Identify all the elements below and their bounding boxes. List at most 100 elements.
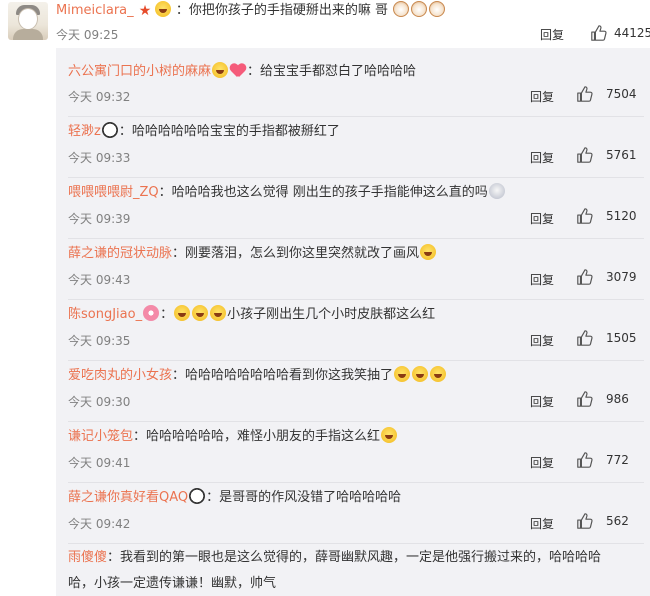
divider (68, 421, 644, 422)
donut-emoji-icon (143, 305, 160, 321)
thumbs-up-icon (577, 86, 593, 102)
thumbs-up-icon (577, 391, 593, 407)
commenter-name[interactable]: 薛之谦你真好看QAQ (68, 490, 188, 505)
reply-button[interactable]: 回复 (530, 88, 554, 105)
reply-button[interactable]: 回复 (530, 271, 554, 288)
commenter-name[interactable]: 谦记小笼包 (68, 429, 133, 444)
thumbs-up-icon (577, 513, 593, 529)
comment-text: ：你把你孩子的手指硬掰出来的嘛 哥 (175, 3, 389, 18)
like-count: 44125 (614, 26, 650, 40)
laugh-cry-emoji-icon (174, 305, 191, 321)
laugh-emoji-icon (212, 62, 229, 78)
like-button[interactable]: 562 (576, 512, 629, 534)
reply-item: 爱吃肉丸的小女孩：哈哈哈哈哈哈哈哈看到你这我笑抽了 今天 09:30 回复 98… (56, 366, 650, 424)
comment-text: 小孩子刚出生几个小时皮肤都这么红 (227, 307, 436, 322)
reply-item: 轻渺z ：哈哈哈哈哈哈宝宝的手指都被掰红了 今天 09:33 回复 5761 (56, 122, 650, 180)
laugh-cry-emoji-icon (394, 366, 411, 382)
reply-item: 薛之谦你真好看QAQ ：是哥哥的作风没错了哈哈哈哈哈 今天 09:42 回复 56… (56, 488, 650, 546)
reply-button[interactable]: 回复 (530, 332, 554, 349)
reply-button[interactable]: 回复 (530, 515, 554, 532)
comment-text: ：哈哈哈哈哈哈，难怪小朋友的手指这么红 (133, 429, 381, 444)
thumbs-up-icon (591, 25, 607, 41)
laugh-cry-emoji-icon (381, 427, 398, 443)
doge-emoji-icon (488, 183, 505, 199)
comment-text: ：哈哈哈我也这么觉得 刚出生的孩子手指能伸这么直的吗 (158, 185, 488, 200)
like-button[interactable]: 7504 (576, 85, 637, 107)
like-button[interactable]: 44125 (590, 24, 650, 46)
like-button[interactable]: 5120 (576, 207, 637, 229)
comment-time: 今天 09:43 (68, 273, 131, 287)
commenter-name[interactable]: 薛之谦的冠状动脉 (68, 246, 172, 261)
laugh-cry-emoji-icon (412, 366, 429, 382)
reply-item: 雨傻傻：我看到的第一眼也是这么觉得的，薛哥幽默风趣，一定是他强行搬过来的，哈哈哈… (56, 549, 650, 596)
laugh-cry-emoji-icon (210, 305, 227, 321)
commenter-name[interactable]: 雨傻傻 (68, 550, 107, 565)
like-count: 7504 (606, 87, 637, 101)
reply-item: 谦记小笼包：哈哈哈哈哈哈，难怪小朋友的手指这么红 今天 09:41 回复 772 (56, 427, 650, 485)
comment-time: 今天 09:30 (68, 395, 131, 409)
laugh-cry-emoji-icon (192, 305, 209, 321)
comment-text: ：刚要落泪，怎么到你这里突然就改了画风 (172, 246, 420, 261)
divider (68, 299, 644, 300)
thumbs-up-icon (577, 208, 593, 224)
commenter-name[interactable]: 六公寓门口的小树的麻麻 (68, 64, 211, 79)
commenter-name[interactable]: Mimeiclara_ (56, 3, 134, 18)
like-count: 5761 (606, 148, 637, 162)
laugh-emoji-icon (154, 1, 171, 17)
reply-item: 陈songJiao_：小孩子刚出生几个小时皮肤都这么红 今天 09:35 回复 … (56, 305, 650, 363)
divider (68, 543, 644, 544)
reply-item: 六公寓门口的小树的麻麻 ：给宝宝手都怼白了哈哈哈哈 今天 09:32 回复 750… (56, 62, 650, 120)
thumbs-up-icon (577, 330, 593, 346)
heart-emoji-icon (230, 64, 246, 78)
like-count: 1505 (606, 331, 637, 345)
panda-emoji-icon (189, 488, 206, 504)
comment-time: 今天 09:35 (68, 334, 131, 348)
reply-button[interactable]: 回复 (530, 149, 554, 166)
avatar[interactable] (8, 2, 48, 40)
commenter-name[interactable]: 喂喂喂喂尉_ZQ (68, 185, 159, 200)
like-count: 562 (606, 514, 629, 528)
reply-button[interactable]: 回复 (530, 210, 554, 227)
like-count: 3079 (606, 270, 637, 284)
like-count: 986 (606, 392, 629, 406)
thumbs-up-icon (577, 269, 593, 285)
comment-time: 今天 09:41 (68, 456, 131, 470)
cat-emoji-icon (411, 1, 428, 17)
like-button[interactable]: 5761 (576, 146, 637, 168)
reply-button[interactable]: 回复 (530, 393, 554, 410)
like-button[interactable]: 772 (576, 451, 629, 473)
reply-button[interactable]: 回复 (530, 454, 554, 471)
top-comment: Mimeiclara_ ★ ：你把你孩子的手指硬掰出来的嘛 哥 今天 09:25… (0, 0, 650, 48)
comment-text: ：给宝宝手都怼白了哈哈哈哈 (247, 64, 417, 79)
divider (68, 482, 644, 483)
reply-button[interactable]: 回复 (540, 26, 564, 43)
divider (68, 238, 644, 239)
like-button[interactable]: 3079 (576, 268, 637, 290)
cat-emoji-icon (429, 1, 446, 17)
comment-time: 今天 09:42 (68, 517, 131, 531)
cat-emoji-icon (393, 1, 410, 17)
divider (68, 360, 644, 361)
thumbs-up-icon (577, 452, 593, 468)
reply-item: 薛之谦的冠状动脉：刚要落泪，怎么到你这里突然就改了画风 今天 09:43 回复 … (56, 244, 650, 302)
like-button[interactable]: 986 (576, 390, 629, 412)
like-button[interactable]: 1505 (576, 329, 637, 351)
laugh-cry-emoji-icon (430, 366, 447, 382)
comment-text-continued: 哈，小孩一定遗传谦谦！幽默，帅气 (68, 576, 277, 591)
top-comment-line: Mimeiclara_ ★ ：你把你孩子的手指硬掰出来的嘛 哥 (56, 1, 446, 20)
like-count: 772 (606, 453, 629, 467)
comment-time: 今天 09:25 (56, 28, 119, 42)
panda-emoji-icon (101, 122, 118, 138)
reply-item: 喂喂喂喂尉_ZQ：哈哈哈我也这么觉得 刚出生的孩子手指能伸这么直的吗 今天 09… (56, 183, 650, 241)
divider (68, 177, 644, 178)
star-badge-icon: ★ (138, 3, 152, 19)
comment-time: 今天 09:39 (68, 212, 131, 226)
commenter-name[interactable]: 轻渺z (68, 124, 101, 139)
comment-text: ：我看到的第一眼也是这么觉得的，薛哥幽默风趣，一定是他强行搬过来的，哈哈哈哈 (107, 550, 602, 565)
commenter-name[interactable]: 爱吃肉丸的小女孩 (68, 368, 172, 383)
comment-time: 今天 09:32 (68, 90, 131, 104)
laugh-cry-emoji-icon (420, 244, 437, 260)
replies-panel: 六公寓门口的小树的麻麻 ：给宝宝手都怼白了哈哈哈哈 今天 09:32 回复 750… (56, 48, 650, 596)
commenter-name[interactable]: 陈songJiao_ (68, 307, 142, 322)
comment-text: ：是哥哥的作风没错了哈哈哈哈哈 (206, 490, 402, 505)
